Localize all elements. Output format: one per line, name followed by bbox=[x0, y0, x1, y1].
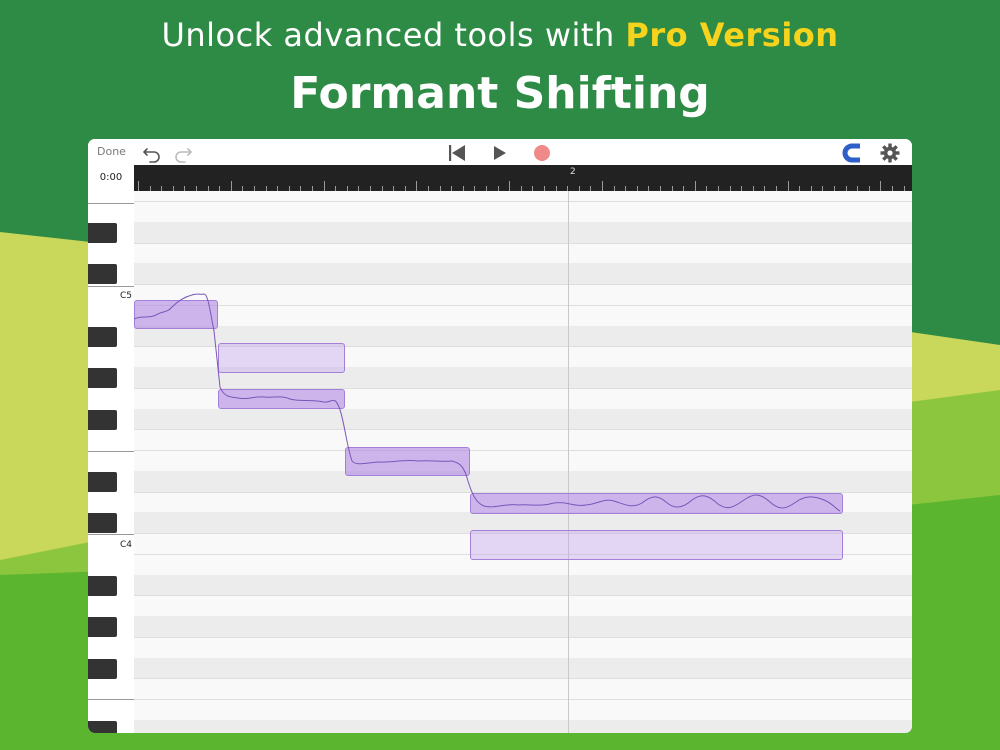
black-key[interactable] bbox=[88, 326, 117, 347]
ruler-tick bbox=[230, 181, 232, 191]
top-toolbar: Done bbox=[88, 139, 912, 166]
promo-subtitle: Unlock advanced tools with Pro Version bbox=[0, 16, 1000, 54]
ruler-tick bbox=[880, 181, 882, 191]
black-key[interactable] bbox=[88, 720, 117, 733]
key-label-c5: C5 bbox=[120, 291, 133, 301]
ruler-tick bbox=[138, 181, 139, 191]
ruler-tick bbox=[602, 181, 603, 191]
play-icon[interactable] bbox=[488, 142, 510, 164]
time-position: 0:00 bbox=[88, 165, 135, 191]
pitch-curve bbox=[134, 293, 841, 512]
ruler-tick bbox=[323, 181, 325, 191]
skip-to-start-icon[interactable] bbox=[446, 142, 468, 164]
bar-number: 2 bbox=[570, 167, 576, 177]
black-key[interactable] bbox=[88, 471, 117, 492]
timeline-ruler[interactable]: 2 bbox=[134, 165, 912, 191]
app-window: Done 0:00 2 C5 C4 bbox=[88, 139, 912, 733]
white-key-divider bbox=[88, 699, 134, 700]
pro-version-highlight: Pro Version bbox=[625, 16, 839, 54]
white-key-divider bbox=[88, 286, 134, 287]
ruler-tick bbox=[416, 181, 418, 191]
black-key[interactable] bbox=[88, 368, 117, 388]
white-key-divider bbox=[88, 451, 134, 452]
redo-icon[interactable] bbox=[172, 142, 194, 164]
white-key-divider bbox=[88, 534, 134, 535]
ruler-tick bbox=[787, 181, 789, 191]
black-key[interactable] bbox=[88, 264, 117, 285]
gear-icon[interactable] bbox=[879, 142, 901, 164]
black-key[interactable] bbox=[88, 222, 117, 243]
magnet-icon[interactable] bbox=[842, 142, 864, 164]
piano-roll-grid[interactable] bbox=[134, 191, 912, 733]
undo-icon[interactable] bbox=[141, 142, 163, 164]
done-button[interactable]: Done bbox=[97, 145, 126, 158]
ruler-tick bbox=[694, 181, 696, 191]
piano-keyboard[interactable]: C5 C4 bbox=[88, 191, 135, 733]
black-key[interactable] bbox=[88, 575, 117, 596]
record-icon[interactable] bbox=[531, 142, 553, 164]
black-key[interactable] bbox=[88, 513, 117, 534]
black-key[interactable] bbox=[88, 658, 117, 679]
key-label-c4: C4 bbox=[120, 540, 133, 550]
promo-title: Formant Shifting bbox=[290, 68, 710, 119]
white-key-divider bbox=[88, 203, 134, 204]
black-key[interactable] bbox=[88, 409, 117, 430]
black-key[interactable] bbox=[88, 617, 117, 637]
ruler-tick bbox=[509, 181, 511, 191]
promo-subtitle-text: Unlock advanced tools with bbox=[161, 16, 626, 54]
